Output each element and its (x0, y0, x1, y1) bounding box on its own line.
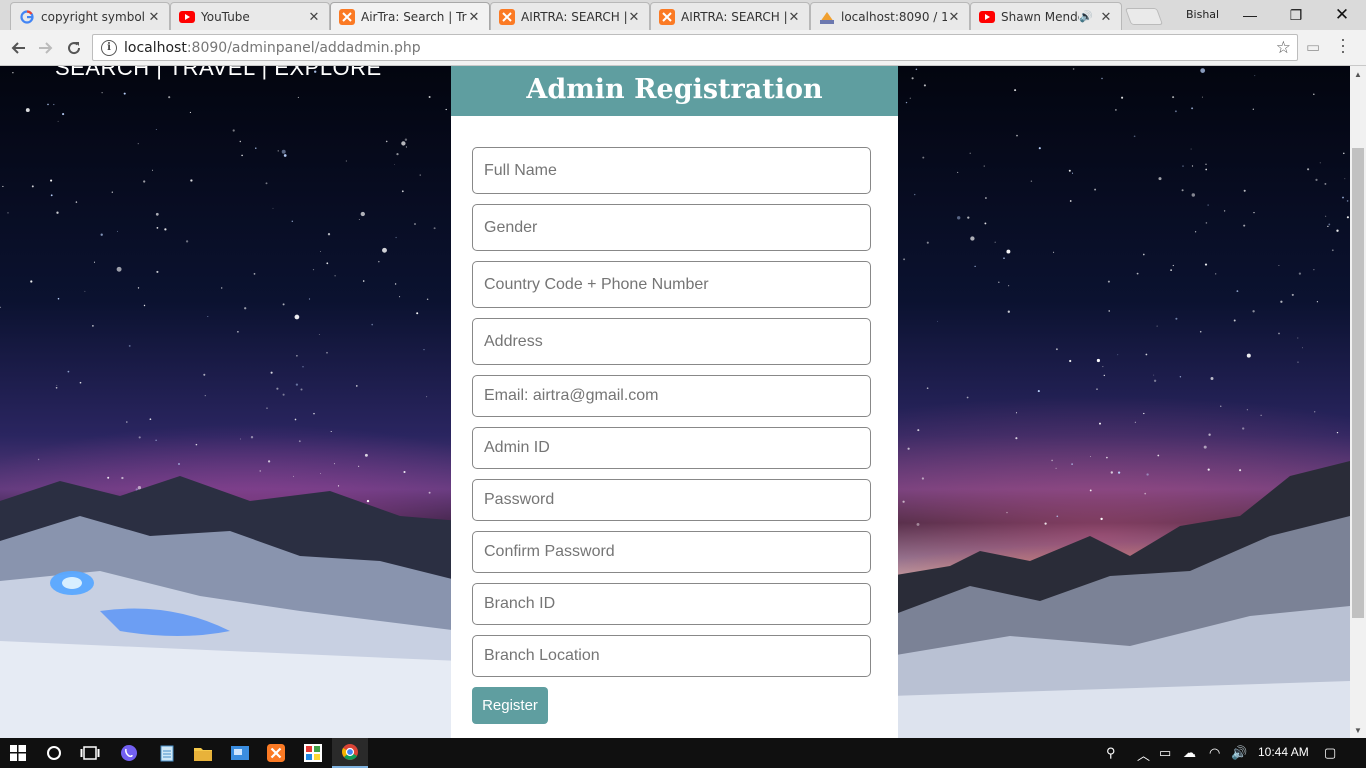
tab-title: YouTube (201, 9, 250, 24)
tab-copyright-symbol[interactable]: copyright symbol ✕ (10, 2, 170, 30)
notepad-icon[interactable] (149, 738, 185, 768)
scroll-up-arrow-icon[interactable]: ▲ (1350, 66, 1366, 82)
admin-id-field[interactable] (472, 427, 871, 469)
scroll-down-arrow-icon[interactable]: ▼ (1350, 722, 1366, 738)
google-icon (19, 9, 35, 25)
close-icon[interactable]: ✕ (307, 9, 321, 25)
windows-taskbar: ⚲ ︿ ▭ ☁ ◠ 🔊 10:44 AM ▢ (0, 738, 1366, 768)
task-view-icon[interactable] (72, 738, 108, 768)
tab-youtube[interactable]: YouTube ✕ (170, 2, 330, 30)
chrome-taskbar-icon[interactable] (332, 738, 368, 768)
forward-arrow-icon[interactable] (34, 36, 58, 60)
restore-icon[interactable]: ❐ (1273, 0, 1319, 30)
address-field[interactable] (472, 318, 871, 365)
viber-icon[interactable] (111, 738, 147, 768)
control-panel-icon[interactable] (222, 738, 258, 768)
paint-icon[interactable] (295, 738, 331, 768)
new-tab-button[interactable] (1124, 8, 1164, 25)
password-field[interactable] (472, 479, 871, 521)
youtube-icon (979, 9, 995, 25)
xampp-icon (659, 8, 675, 25)
tab-title: AIRTRA: SEARCH | (681, 9, 787, 24)
tab-title: AirTra: Search | Tra (361, 9, 467, 24)
menu-dots-icon[interactable]: · · · (1340, 30, 1346, 60)
address-bar[interactable]: i localhost:8090/adminpanel/addadmin.php… (92, 34, 1298, 61)
form-title: Admin Registration (526, 73, 823, 105)
profile-name[interactable]: Bishal (1186, 8, 1219, 21)
email-field[interactable] (472, 375, 871, 417)
phpmyadmin-icon (819, 9, 835, 25)
close-icon[interactable]: ✕ (947, 9, 961, 25)
confirm-password-field[interactable] (472, 531, 871, 573)
site-tagline: SEARCH | TRAVEL | EXPLORE (55, 66, 382, 80)
file-explorer-icon[interactable] (185, 738, 221, 768)
admin-registration-panel: Admin Registration Register (451, 66, 898, 738)
tab-airtra-search-3[interactable]: AIRTRA: SEARCH | ✕ (650, 2, 810, 30)
volume-icon[interactable]: 🔊 (1231, 745, 1247, 761)
url-host: localhost (124, 39, 187, 56)
tab-airtra-search-active[interactable]: AirTra: Search | Tra ✕ (330, 2, 490, 30)
taskbar-clock[interactable]: 10:44 AM (1258, 745, 1309, 759)
scroll-thumb[interactable] (1352, 148, 1364, 618)
branch-id-field[interactable] (472, 583, 871, 625)
page-viewport: SEARCH | TRAVEL | EXPLORE Admin Registra… (0, 66, 1350, 738)
people-icon[interactable]: ⚲ (1106, 745, 1116, 761)
page-scrollbar[interactable]: ▲ ▼ (1350, 66, 1366, 738)
full-name-field[interactable] (472, 147, 871, 194)
reload-icon[interactable] (62, 36, 86, 60)
snow-mountains-left (0, 476, 460, 738)
snow-mountains-right (890, 461, 1350, 738)
panel-header: Admin Registration (451, 66, 898, 116)
close-icon[interactable]: ✕ (147, 9, 161, 25)
close-icon[interactable]: ✕ (787, 9, 801, 25)
tab-airtra-search-2[interactable]: AIRTRA: SEARCH | ✕ (490, 2, 650, 30)
youtube-icon (179, 9, 195, 25)
phone-number-field[interactable] (472, 261, 871, 308)
tab-title: Shawn Mendes (1001, 9, 1079, 24)
xampp-icon (499, 8, 515, 25)
close-icon[interactable]: ✕ (467, 9, 481, 25)
chevron-up-icon[interactable]: ︿ (1137, 745, 1150, 764)
wifi-icon[interactable]: ◠ (1209, 745, 1220, 761)
browser-toolbar: i localhost:8090/adminpanel/addadmin.php… (0, 30, 1366, 66)
tab-title: AIRTRA: SEARCH | (521, 9, 627, 24)
bookmark-star-icon[interactable]: ☆ (1276, 38, 1291, 58)
url-path: :8090/adminpanel/addadmin.php (186, 39, 421, 56)
close-window-icon[interactable]: ✕ (1319, 0, 1365, 30)
cast-icon[interactable]: ▭ (1306, 38, 1320, 56)
register-button[interactable]: Register (472, 687, 548, 724)
tab-phpmyadmin[interactable]: localhost:8090 / 1: ✕ (810, 2, 970, 30)
tab-title: localhost:8090 / 1: (841, 9, 947, 24)
windows-start-icon[interactable] (0, 738, 36, 768)
tab-title: copyright symbol (41, 9, 146, 24)
battery-icon[interactable]: ▭ (1159, 745, 1171, 761)
tab-shawn-mendes[interactable]: Shawn Mendes 🔊 ✕ (970, 2, 1122, 30)
gender-field[interactable] (472, 204, 871, 251)
notifications-icon[interactable]: ▢ (1324, 745, 1336, 761)
back-arrow-icon[interactable] (6, 36, 30, 60)
browser-tab-strip: copyright symbol ✕ YouTube ✕ AirTra: Sea… (0, 0, 1366, 30)
branch-location-field[interactable] (472, 635, 871, 677)
xampp-icon (339, 8, 355, 25)
minimize-icon[interactable]: — (1227, 0, 1273, 30)
cortana-search-icon[interactable] (36, 738, 72, 768)
speaker-icon[interactable]: 🔊 (1079, 10, 1093, 23)
onedrive-cloud-icon[interactable]: ☁ (1183, 745, 1196, 761)
info-icon[interactable]: i (101, 39, 117, 56)
close-icon[interactable]: ✕ (1099, 9, 1113, 25)
close-icon[interactable]: ✕ (627, 9, 641, 25)
xampp-taskbar-icon[interactable] (258, 738, 294, 768)
